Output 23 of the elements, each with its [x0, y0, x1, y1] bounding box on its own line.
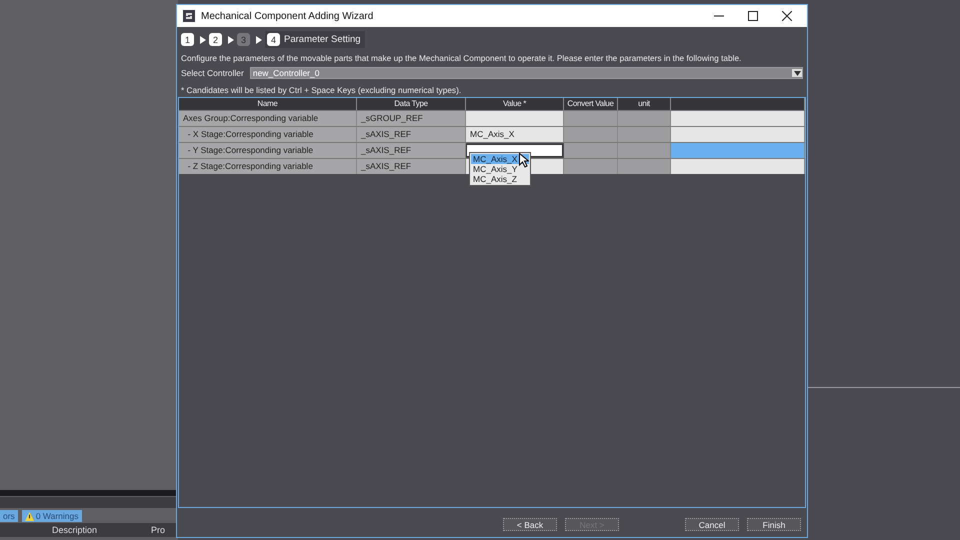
column-header: unit [618, 98, 671, 110]
controller-label: Select Controller [181, 68, 244, 78]
wizard-step: 1 [181, 31, 197, 48]
column-header: Description [52, 525, 98, 535]
column-header: Value * [466, 98, 564, 110]
window-title: Mechanical Component Adding Wizard [201, 10, 374, 22]
table-cell: _sAXIS_REF [357, 127, 466, 142]
column-header: Data Type [357, 98, 466, 110]
instruction-text: Configure the parameters of the movable parts that make up the Mechanical Component to operate it. Please enter the parameters in the following table. [180, 52, 742, 65]
table-cell: - Y Stage:Corresponding variable [179, 143, 357, 158]
table-cell: _sGROUP_REF [357, 111, 466, 126]
table-cell: Axes Group:Corresponding variable [179, 111, 357, 126]
table-cell: - X Stage:Corresponding variable [179, 127, 357, 142]
table-cell: _sAXIS_REF [357, 143, 466, 158]
hint-text: * Candidates will be listed by Ctrl + Space Keys (excluding numerical types). [180, 84, 462, 97]
column-header: Name [179, 98, 357, 110]
wizard-step: 2 [209, 31, 225, 48]
column-header: Pro [151, 525, 166, 535]
table-cell: - Z Stage:Corresponding variable [179, 159, 357, 174]
wizard-step: 3 [237, 31, 253, 48]
column-header: Convert Value [564, 98, 618, 110]
wizard-step: 4 Parameter Setting [265, 31, 365, 48]
table-cell: _sAXIS_REF [357, 159, 466, 174]
